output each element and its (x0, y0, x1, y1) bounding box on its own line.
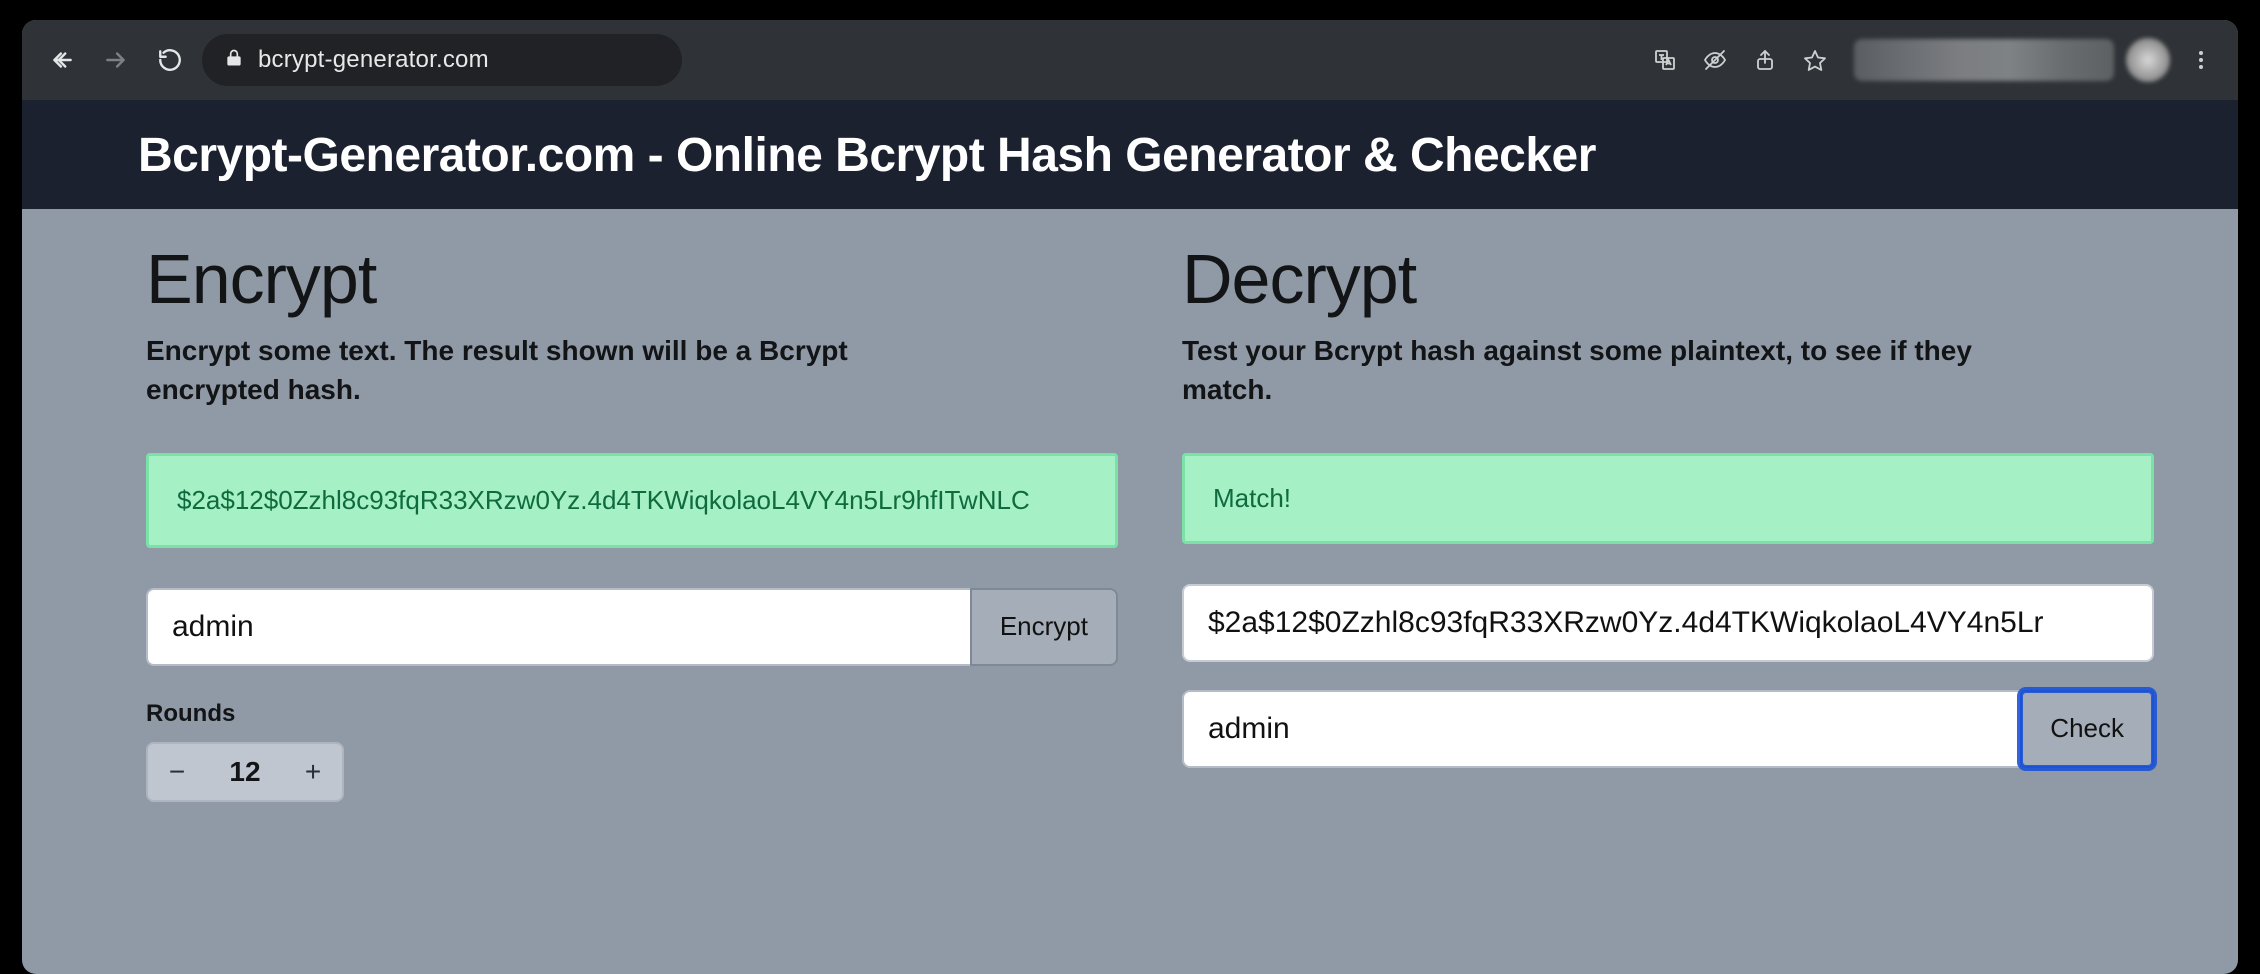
star-icon[interactable] (1796, 41, 1834, 79)
profile-avatar[interactable] (2126, 38, 2170, 82)
encrypt-subtitle: Encrypt some text. The result shown will… (146, 331, 946, 409)
rounds-stepper: − 12 + (146, 742, 344, 802)
share-icon[interactable] (1746, 41, 1784, 79)
decrypt-subtitle: Test your Bcrypt hash against some plain… (1182, 331, 1982, 409)
rounds-label: Rounds (146, 700, 1118, 728)
forward-button[interactable] (94, 38, 138, 82)
check-button[interactable]: Check (2020, 690, 2154, 768)
eye-off-icon[interactable] (1696, 41, 1734, 79)
chrome-right-icons (1646, 38, 2220, 82)
encrypt-button[interactable]: Encrypt (970, 588, 1118, 666)
encrypt-result: $2a$12$0Zzhl8c93fqR33XRzw0Yz.4d4TKWiqkol… (146, 453, 1118, 547)
decrypt-result: Match! (1182, 453, 2154, 543)
site-header: Bcrypt-Generator.com - Online Bcrypt Has… (22, 100, 2238, 209)
lock-icon (224, 48, 244, 73)
translate-icon[interactable] (1646, 41, 1684, 79)
encrypt-plaintext-input[interactable] (146, 588, 970, 666)
address-bar-wrap: bcrypt-generator.com (202, 34, 1636, 86)
site-title: Bcrypt-Generator.com - Online Bcrypt Has… (138, 128, 2198, 183)
decrypt-title: Decrypt (1182, 239, 2154, 319)
encrypt-input-row: Encrypt (146, 588, 1118, 666)
encrypt-column: Encrypt Encrypt some text. The result sh… (146, 239, 1118, 974)
browser-frame: bcrypt-generator.com (0, 0, 2260, 974)
chrome-toolbar: bcrypt-generator.com (22, 20, 2238, 100)
rounds-value: 12 (206, 756, 284, 788)
browser-inner: bcrypt-generator.com (22, 20, 2238, 974)
rounds-increment[interactable]: + (284, 744, 342, 800)
rounds-decrement[interactable]: − (148, 744, 206, 800)
reload-button[interactable] (148, 38, 192, 82)
address-bar[interactable]: bcrypt-generator.com (202, 34, 682, 86)
extensions-blur (1854, 39, 2114, 81)
decrypt-column: Decrypt Test your Bcrypt hash against so… (1182, 239, 2154, 974)
address-url: bcrypt-generator.com (258, 46, 489, 74)
decrypt-input-row: Check (1182, 690, 2154, 768)
decrypt-hash-input[interactable] (1182, 584, 2154, 662)
main-content: Encrypt Encrypt some text. The result sh… (22, 209, 2238, 974)
encrypt-title: Encrypt (146, 239, 1118, 319)
decrypt-plaintext-input[interactable] (1182, 690, 2020, 768)
kebab-menu-icon[interactable] (2182, 41, 2220, 79)
back-button[interactable] (40, 38, 84, 82)
